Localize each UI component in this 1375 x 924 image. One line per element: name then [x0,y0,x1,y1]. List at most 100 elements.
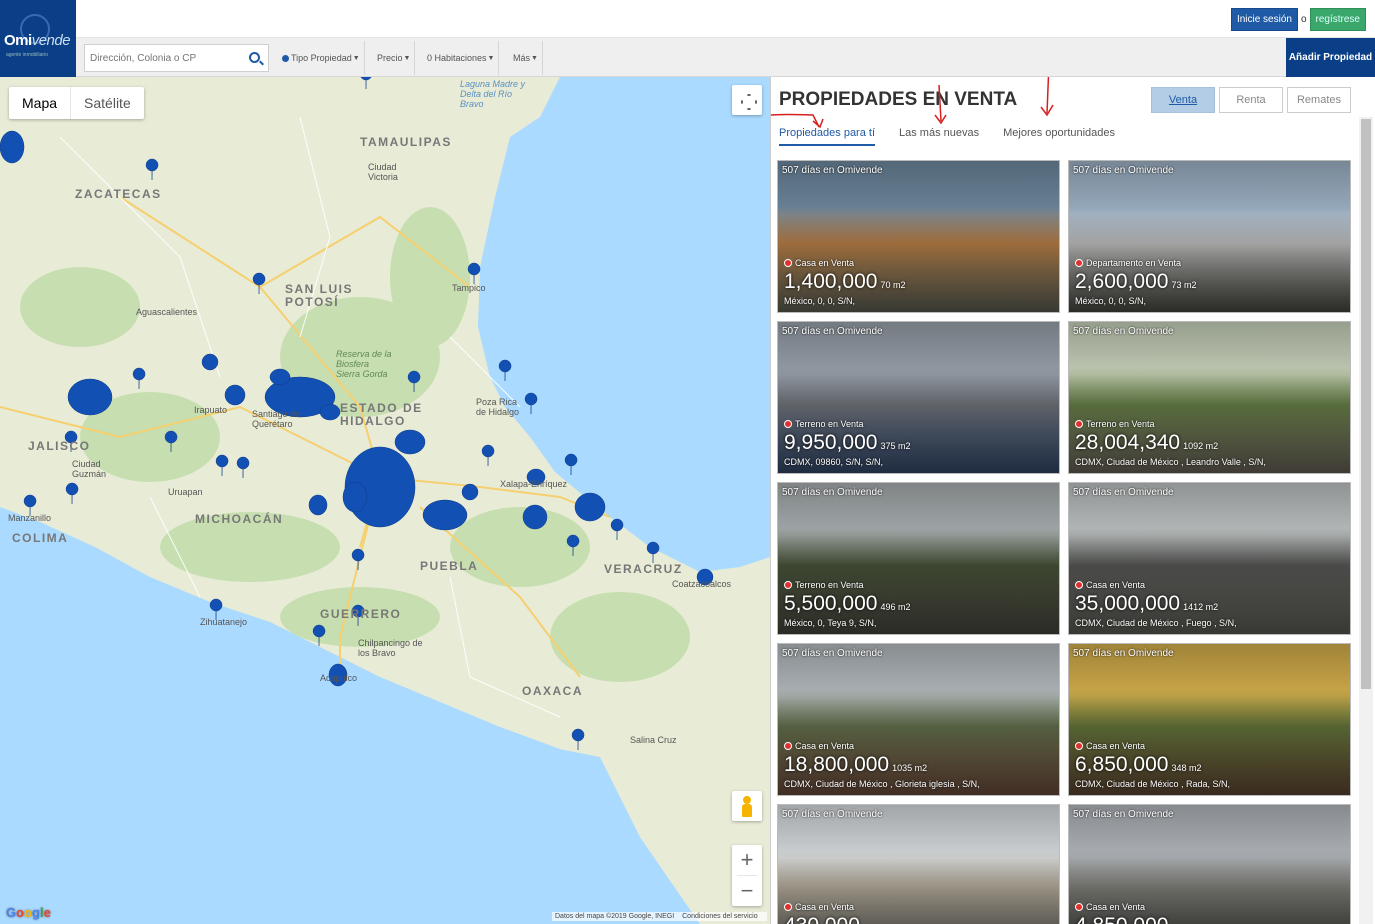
listing-price-value: 1,400,000 [784,270,878,293]
listing-days: 507 días en Omivende [1073,165,1174,176]
map-label-guerrero: GUERRERO [320,607,402,621]
status-dot-icon [1075,420,1083,428]
map-label-tamaulipas: TAMAULIPAS [360,135,452,149]
listing-card[interactable]: 507 días en Omivende Terreno en Venta 5,50… [777,482,1060,635]
scrollbar-thumb[interactable] [1361,119,1371,689]
map-label-xalapa: Xalapa-Enríquez [500,479,568,489]
panel-title: PROPIEDADES EN VENTA [779,89,1018,110]
listing-area: 348 m2 [1171,763,1202,773]
listing-days: 507 días en Omivende [782,648,883,659]
status-dot-icon [1075,259,1083,267]
status-dot-icon [1075,903,1083,911]
map-type-map-button[interactable]: Mapa [9,87,72,119]
listing-type: Casa en Venta [1075,741,1145,751]
brand-logo[interactable]: Omivende agente inmobiliario [0,0,76,77]
listing-price-value: 6,850,000 [1075,753,1169,776]
fullscreen-icon[interactable] [732,85,762,115]
map-label-aguascalientes: Aguascalientes [136,307,198,317]
mode-renta-button[interactable]: Renta [1219,87,1283,113]
filter-more[interactable]: Más ▼ [509,41,543,75]
listing-price-value: 18,800,000 [784,753,890,776]
map-label-ciudad-guzman: Ciudad Guzmán [72,459,107,479]
map-label-ciudad-victoria: Ciudad Victoria [368,162,398,182]
listing-card[interactable]: 507 días en Omivende Departamento en Vent… [1068,160,1351,313]
listings-panel: PROPIEDADES EN VENTA Venta Renta Remates… [770,77,1375,924]
listing-price: 6,850,000 348 m2 [1075,753,1201,777]
auth-or-label: o [1300,14,1307,25]
chevron-down-icon: ▼ [531,54,538,62]
listing-price: 35,000,000 1412 m2 [1075,592,1218,616]
zoom-in-button[interactable]: + [732,845,762,875]
listing-days: 507 días en Omivende [1073,648,1174,659]
listing-days: 507 días en Omivende [782,487,883,498]
filter-more-label: Más [513,53,531,63]
tab-for-you[interactable]: Propiedades para tí [779,127,876,146]
listing-card[interactable]: 507 días en Omivende Casa en Venta 35,000,… [1068,482,1351,635]
listing-price: 2,600,000 73 m2 [1075,270,1196,294]
listing-price: 4,850,000 [1075,914,1171,924]
pegman-icon[interactable] [732,791,762,821]
register-button[interactable]: regístrese [1309,8,1366,31]
map-view[interactable]: ZACATECAS TAMAULIPAS SAN LUIS POTOSÍ JAL… [0,77,770,924]
logo-wordmark: Omivende [4,32,71,49]
map-type-satellite-button[interactable]: Satélite [71,87,144,119]
listing-area: 70 m2 [880,280,906,290]
zoom-out-button[interactable]: − [732,876,762,906]
listing-price: 1,400,000 70 m2 [784,270,905,294]
listing-area: 496 m2 [880,602,911,612]
listing-type: Casa en Venta [784,258,854,268]
chevron-down-icon: ▼ [352,54,360,62]
auth-area: Inicie sesión o regístrese [1230,8,1366,31]
listing-type: Casa en Venta [1075,580,1145,590]
listing-type: Terreno en Venta [784,419,864,429]
listing-address: CDMX, Ciudad de México , Rada, S/N, [1075,779,1231,789]
listing-area: 73 m2 [1171,280,1197,290]
logo-tagline: agente inmobiliario [6,52,48,58]
listing-area: 1412 m2 [1183,602,1219,612]
status-dot-icon [784,420,792,428]
listing-days: 507 días en Omivende [782,326,883,337]
add-property-button[interactable]: Añadir Propiedad [1286,38,1375,77]
search-icon[interactable] [249,52,260,63]
top-bar: Inicie sesión o regístrese [0,0,1375,38]
map-label-poza-rica: Poza Rica de Hidalgo [476,397,520,417]
zoom-control: + − [732,845,762,906]
filter-property-type[interactable]: Tipo Propiedad ▼ [278,41,365,75]
listing-card[interactable]: 507 días en Omivende Terreno en Venta 28,0… [1068,321,1351,474]
listing-card[interactable]: 507 días en Omivende Casa en Venta 18,800,… [777,643,1060,796]
filter-property-type-label: Tipo Propiedad [291,53,352,63]
listing-card[interactable]: 507 días en Omivende Casa en Venta 6,850,0… [1068,643,1351,796]
map-label-acapulco: Acapulco [320,673,358,683]
tab-best-deals[interactable]: Mejores oportunidades [1003,127,1115,146]
tab-newest[interactable]: Las más nuevas [899,127,979,146]
search-input[interactable] [85,45,235,71]
filter-price[interactable]: Precio ▼ [373,41,416,75]
listing-type: Casa en Venta [784,902,854,912]
mode-venta-button[interactable]: Venta [1151,87,1215,113]
listing-card[interactable]: 507 días en Omivende Casa en Venta 4,850,0… [1068,804,1351,924]
map-label-hidalgo: ESTADO DE HIDALGO [340,401,423,428]
listing-card[interactable]: 507 días en Omivende Casa en Venta 430,000 [777,804,1060,924]
listing-address: México, 0, Teya 9, S/N, [784,618,877,628]
listing-scrollbar[interactable] [1359,117,1373,924]
listing-price: 9,950,000 375 m2 [784,431,910,455]
listing-area: 375 m2 [880,441,911,451]
filter-rooms[interactable]: 0 Habitaciones ▼ [423,41,500,75]
filter-price-label: Precio [377,53,403,63]
listing-price-value: 4,850,000 [1075,914,1168,924]
map-canvas[interactable] [0,77,770,924]
property-type-dot-icon [282,54,289,62]
mode-remates-button[interactable]: Remates [1287,87,1351,113]
map-label-michoacan: MICHOACÁN [195,512,284,526]
map-label-salina-cruz: Salina Cruz [630,735,677,745]
login-button[interactable]: Inicie sesión [1230,8,1298,31]
listing-card[interactable]: 507 días en Omivende Casa en Venta 1,400,0… [777,160,1060,313]
map-terms-link[interactable]: Condiciones del servicio [682,913,757,920]
listing-price: 18,800,000 1035 m2 [784,753,927,777]
map-label-queretaro: Santiago de Querétaro [252,409,301,429]
map-label-uruapan: Uruapan [168,487,203,497]
filter-bar: Tipo Propiedad▼ Precio▼ 0 Habitaciones▼ … [76,38,1375,77]
google-logo: Google [6,905,51,920]
listing-card[interactable]: 507 días en Omivende Terreno en Venta 9,95… [777,321,1060,474]
search-box [84,44,269,72]
